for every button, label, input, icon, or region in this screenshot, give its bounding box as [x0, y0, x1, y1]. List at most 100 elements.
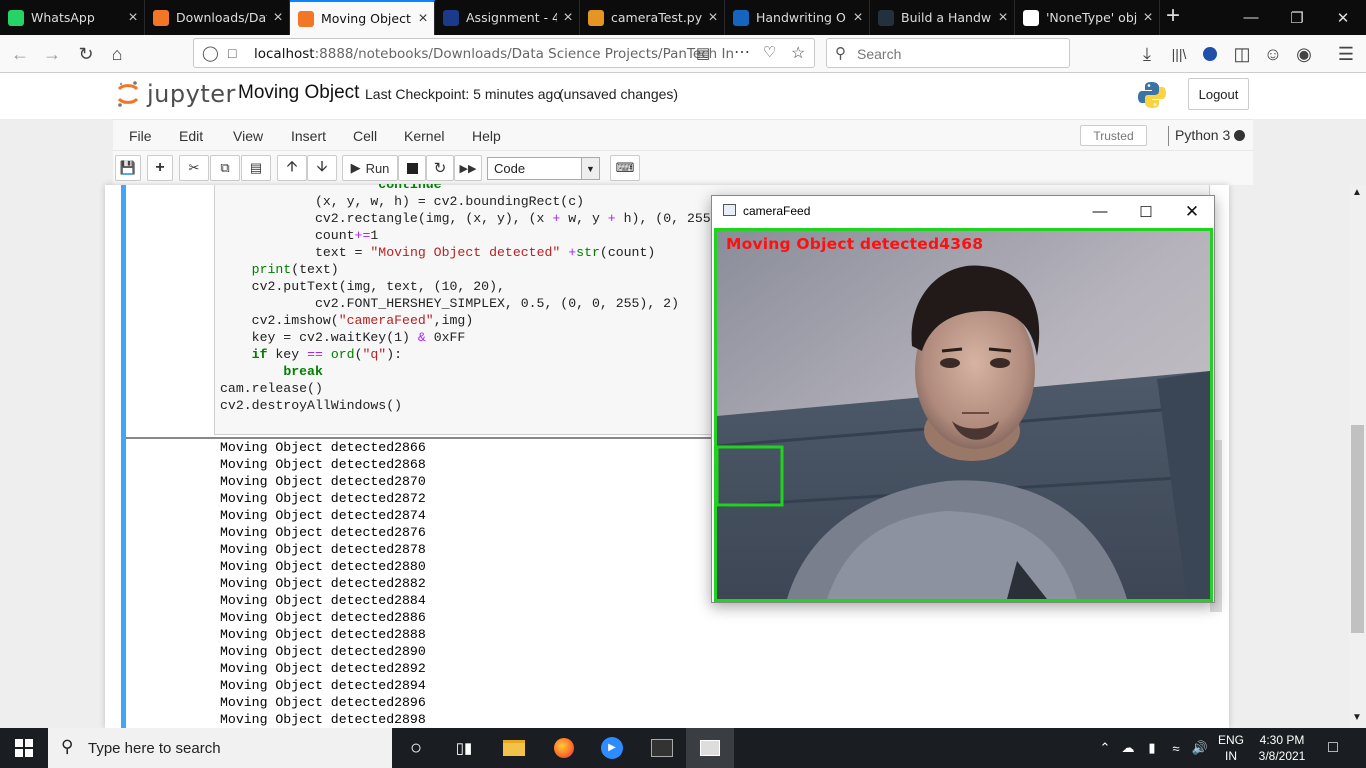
browser-tab[interactable]: Assignment - 4 ×	[435, 0, 580, 35]
bookmark-star-icon[interactable]: ☆	[791, 43, 805, 63]
jupyter-logo[interactable]: jupyter	[117, 78, 236, 110]
restore-window-button[interactable]: ❐	[1274, 0, 1320, 35]
code-line: cv2.destroyAllWindows()	[220, 398, 403, 413]
browser-tab[interactable]: WhatsApp ×	[0, 0, 145, 35]
save-button[interactable]: 💾	[115, 155, 141, 181]
menu-view[interactable]: View	[233, 128, 263, 144]
scroll-up-arrow-icon[interactable]: ▲	[1352, 187, 1362, 198]
input-language-indicator[interactable]: ENG IN	[1213, 732, 1249, 764]
reload-button[interactable]: ↻	[72, 40, 100, 68]
terminal-icon[interactable]	[638, 728, 686, 768]
menu-hamburger-icon[interactable]: ☰	[1332, 40, 1360, 68]
camera-maximize-button[interactable]: ☐	[1123, 196, 1169, 227]
scissors-icon: ✂	[188, 160, 200, 175]
back-button[interactable]: ←	[6, 40, 34, 68]
menu-file[interactable]: File	[129, 128, 152, 144]
jupyter-wordmark: jupyter	[147, 80, 236, 108]
shield-icon[interactable]: ◯	[202, 44, 219, 62]
address-bar[interactable]: ◯ □ localhost:8888/notebooks/Downloads/D…	[193, 38, 815, 68]
menu-edit[interactable]: Edit	[179, 128, 203, 144]
downloads-icon[interactable]: ⤓	[1133, 40, 1161, 68]
close-tab-icon[interactable]: ×	[1137, 9, 1159, 27]
code-editor[interactable]: continue (x, y, w, h) = cv2.boundingRect…	[220, 176, 774, 414]
camera-minimize-button[interactable]: —	[1077, 196, 1123, 227]
browser-tab-label: WhatsApp	[31, 10, 95, 25]
menu-cell[interactable]: Cell	[353, 128, 377, 144]
camera-feed-window[interactable]: cameraFeed — ☐ ✕ Moving Object detected4…	[711, 195, 1215, 603]
code-line: cv2.rectangle(img, (x, y), (x + w, y + h…	[220, 211, 774, 226]
forward-button[interactable]: →	[38, 40, 66, 68]
close-tab-icon[interactable]: ×	[122, 9, 144, 27]
notebook-menubar: File Edit View Insert Cell Kernel Help T…	[113, 119, 1253, 151]
code-line: count+=1	[220, 228, 379, 243]
show-hidden-icons-chevron-icon[interactable]: ⌃	[1096, 728, 1114, 768]
sidebar-icon[interactable]: ◫	[1228, 40, 1256, 68]
menu-help[interactable]: Help	[472, 128, 501, 144]
wifi-icon[interactable]: ≈	[1166, 728, 1186, 768]
close-tab-icon[interactable]: ×	[557, 9, 579, 27]
system-clock[interactable]: 4:30 PM 3/8/2021	[1251, 732, 1313, 764]
menu-insert[interactable]: Insert	[291, 128, 326, 144]
scroll-down-arrow-icon[interactable]: ▼	[1352, 712, 1362, 723]
camera-close-button[interactable]: ✕	[1169, 196, 1215, 227]
cortana-icon[interactable]: ○	[392, 728, 440, 768]
file-explorer-icon[interactable]	[490, 728, 538, 768]
battery-icon[interactable]: ▮	[1142, 728, 1162, 768]
browser-tab[interactable]: Build a Handwr ×	[870, 0, 1015, 35]
account-icon[interactable]: ☺	[1259, 40, 1287, 68]
page-actions-icon[interactable]: ⋯	[734, 42, 750, 62]
volume-icon[interactable]: 🔊	[1190, 728, 1210, 768]
output-line: Moving Object detected2878	[220, 542, 426, 557]
notifications-icon[interactable]: □	[1316, 728, 1350, 768]
output-line: Moving Object detected2880	[220, 559, 426, 574]
cut-button[interactable]: ✂	[179, 155, 209, 181]
browser-tab-label: 'NoneType' obj	[1046, 10, 1137, 25]
autosave-status: (unsaved changes)	[559, 86, 679, 102]
home-button[interactable]: ⌂	[103, 40, 131, 68]
new-tab-button[interactable]: +	[1160, 4, 1186, 30]
zoom-icon[interactable]: ▶	[588, 728, 636, 768]
close-tab-icon[interactable]: ×	[412, 10, 434, 28]
reader-view-icon[interactable]: ▤	[696, 44, 710, 62]
task-view-icon[interactable]: ▯▮	[440, 728, 488, 768]
scrollbar-thumb[interactable]	[1351, 425, 1364, 633]
firefox-icon[interactable]	[540, 728, 588, 768]
window-app-icon	[723, 204, 736, 216]
extension-icon[interactable]	[1196, 40, 1224, 68]
logout-button[interactable]: Logout	[1188, 78, 1249, 110]
browser-tab[interactable]: Moving Object ×	[290, 0, 435, 35]
close-tab-icon[interactable]: ×	[702, 9, 724, 27]
url-text: localhost:8888/notebooks/Downloads/Data …	[254, 46, 734, 62]
output-line: Moving Object detected2868	[220, 457, 426, 472]
pocket-icon[interactable]: ♡	[763, 43, 776, 61]
search-placeholder: Search	[857, 46, 902, 62]
browser-tab[interactable]: Handwriting O ×	[725, 0, 870, 35]
page-info-icon[interactable]: □	[228, 45, 236, 61]
close-window-button[interactable]: ✕	[1320, 0, 1366, 35]
onedrive-icon[interactable]: ☁	[1118, 728, 1138, 768]
taskbar-search-box[interactable]: ⚲ Type here to search	[48, 728, 392, 768]
notebook-name[interactable]: Moving Object	[238, 82, 359, 104]
browser-tab[interactable]: cameraTest.py - ×	[580, 0, 725, 35]
output-line: Moving Object detected2866	[220, 440, 426, 455]
windows-logo-icon	[15, 739, 33, 757]
output-line: Moving Object detected2886	[220, 610, 426, 625]
code-line: if key == ord("q"):	[251, 347, 403, 362]
library-icon[interactable]: |||\	[1165, 40, 1193, 68]
insert-cell-button[interactable]: +	[147, 155, 173, 181]
browser-tab[interactable]: Downloads/Dat ×	[145, 0, 290, 35]
hourglass-icon	[298, 10, 314, 27]
close-tab-icon[interactable]: ×	[267, 9, 289, 27]
camera-window-titlebar[interactable]: cameraFeed — ☐ ✕	[712, 196, 1214, 227]
menu-kernel[interactable]: Kernel	[404, 128, 444, 144]
start-button[interactable]	[0, 728, 48, 768]
search-input[interactable]: ⚲ Search	[826, 38, 1070, 68]
close-tab-icon[interactable]: ×	[992, 9, 1014, 27]
close-tab-icon[interactable]: ×	[847, 9, 869, 27]
vpn-extension-icon[interactable]: ◉	[1290, 40, 1318, 68]
minimize-window-button[interactable]: —	[1228, 0, 1274, 35]
browser-tab[interactable]: 'NoneType' obj ×	[1015, 0, 1160, 35]
trusted-indicator[interactable]: Trusted	[1080, 125, 1147, 146]
file-icon	[588, 9, 604, 26]
camera-feed-taskbar-icon[interactable]	[686, 728, 734, 768]
